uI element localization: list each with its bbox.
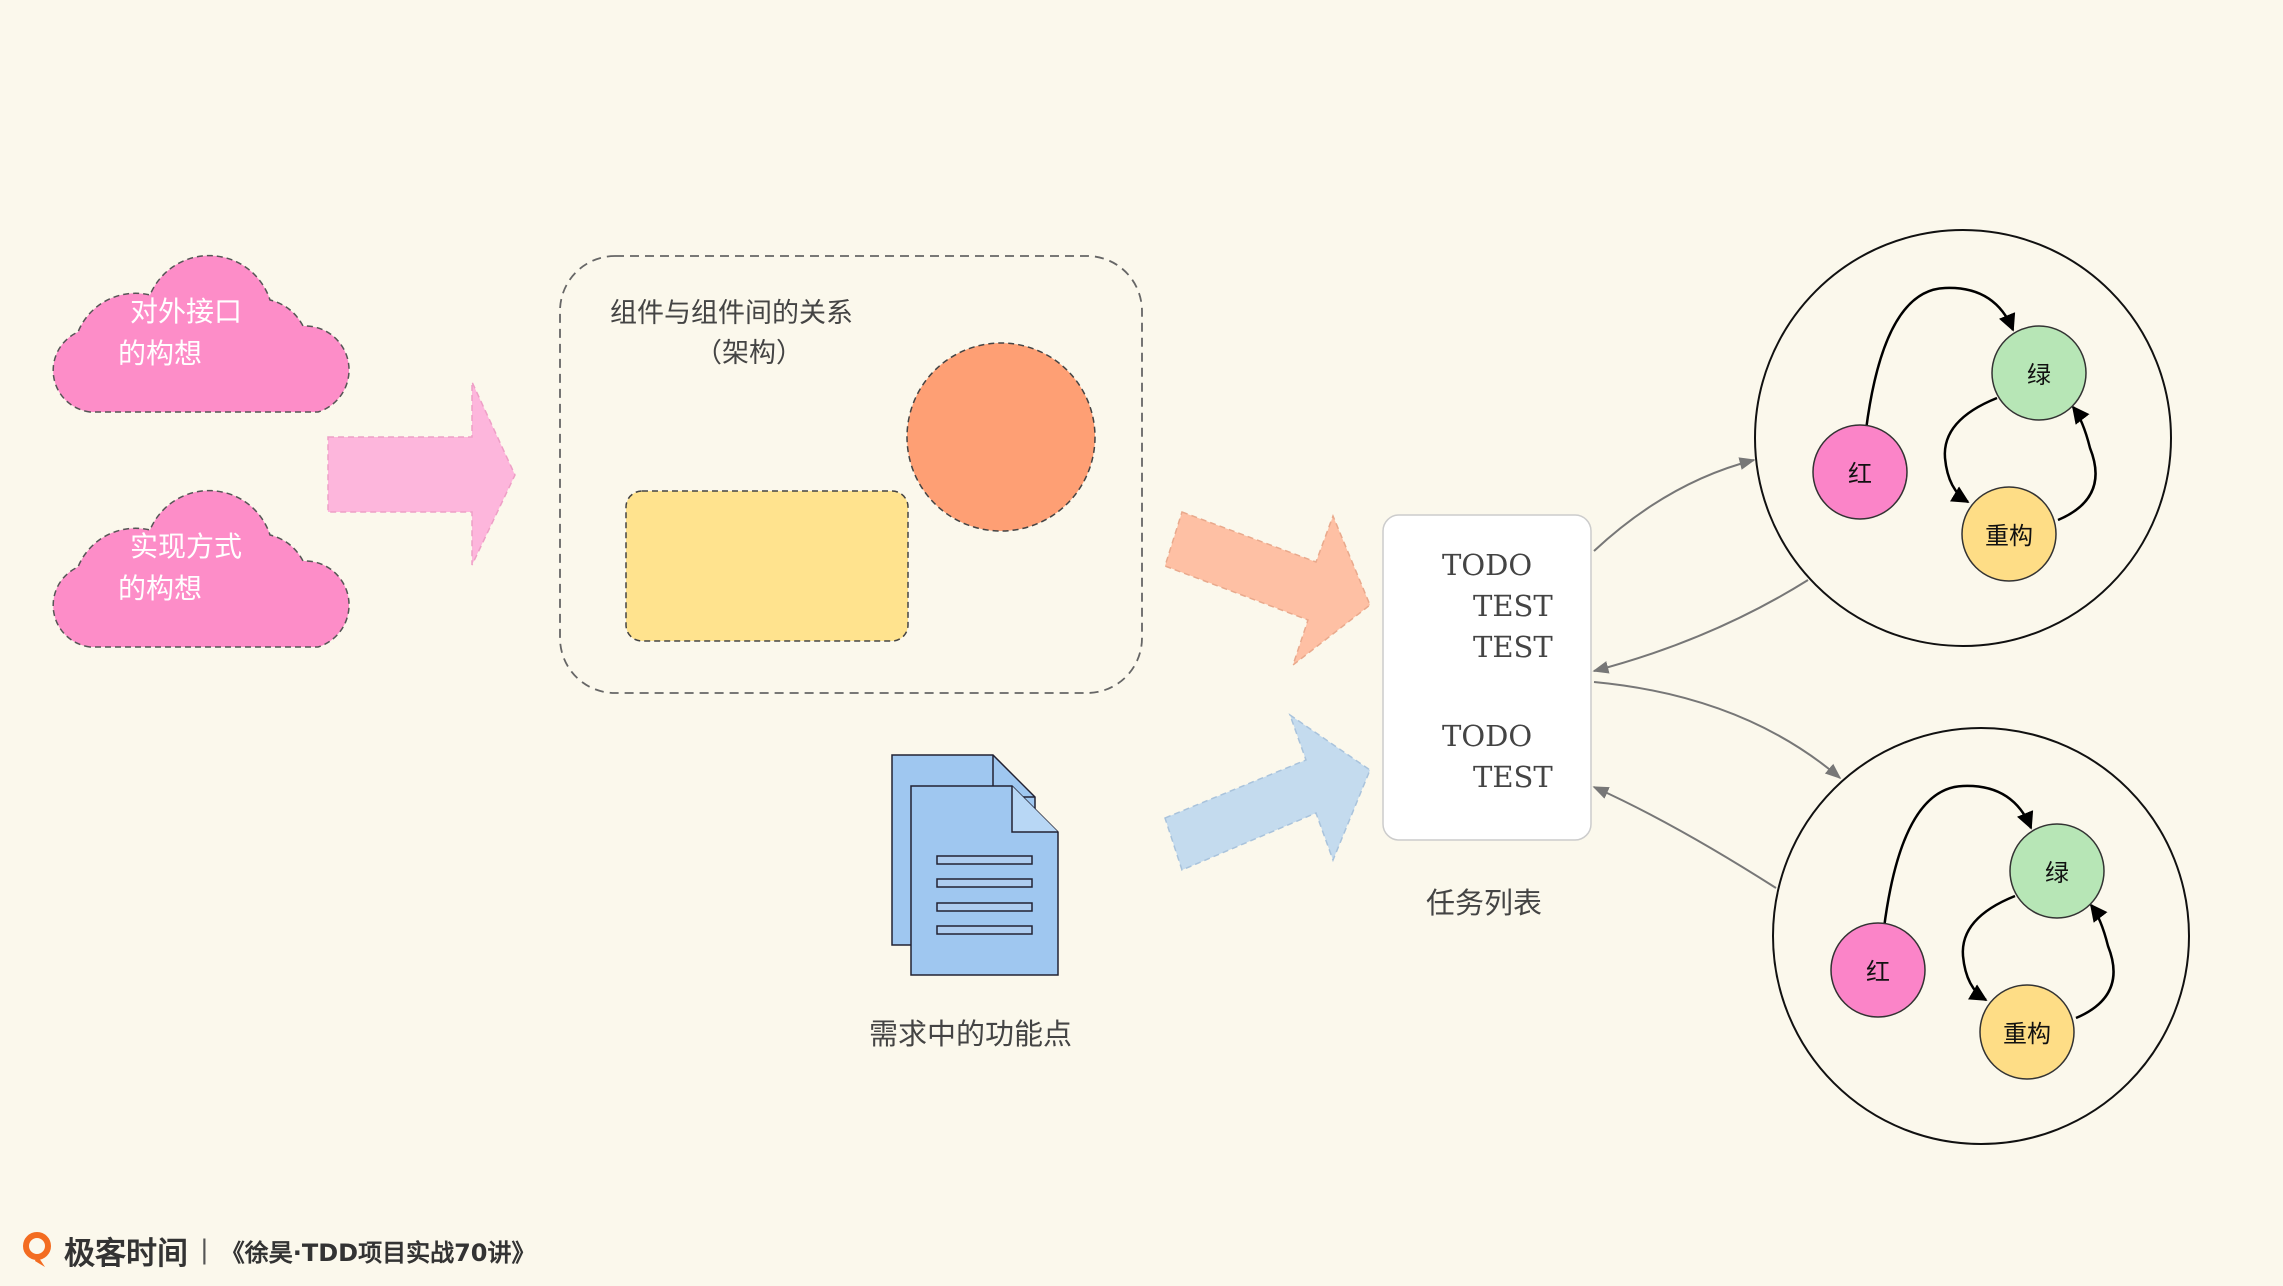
cloud-interface-line2: 的构想: [118, 337, 202, 370]
component-circle: [906, 342, 1096, 532]
cloud-implementation-line1: 实现方式: [130, 530, 242, 563]
cloud-implementation: 实现方式 的构想: [52, 489, 350, 648]
cloud-implementation-line2: 的构想: [118, 572, 202, 605]
pink-arrow: [327, 381, 516, 566]
refactor-label-1: 重构: [1985, 522, 2033, 550]
orange-arrow: [1164, 511, 1371, 668]
component-rect: [625, 490, 909, 642]
tdd-cycle-2: 红 绿 重构: [1772, 727, 2190, 1145]
red-label-2: 红: [1866, 958, 1890, 986]
footer-course: 《徐昊·TDD项目实战70讲》: [220, 1238, 536, 1267]
architecture-box: 组件与组件间的关系 （架构）: [559, 255, 1143, 694]
test-item-1b: TEST: [1473, 630, 1553, 664]
connector-from-cycle-2: [1592, 786, 1777, 889]
green-label-1: 绿: [2027, 361, 2051, 389]
tdd-cycle-1: 红 绿 重构: [1754, 229, 2172, 647]
footer: 极客时间 | 《徐昊·TDD项目实战70讲》: [22, 1226, 536, 1274]
requirements-label: 需求中的功能点: [869, 1017, 1072, 1051]
tdd-diagram: 对外接口 的构想 实现方式 的构想 组件与组件间的关系 （架构） 需求中的功能点…: [52, 229, 2190, 1145]
green-label-2: 绿: [2045, 859, 2069, 887]
connector-to-cycle-2: [1593, 681, 1842, 780]
architecture-title: 组件与组件间的关系: [610, 298, 853, 329]
red-label-1: 红: [1848, 460, 1872, 488]
blue-arrow: [1164, 713, 1371, 872]
cloud-interface-line1: 对外接口: [130, 295, 242, 328]
document-icon: [891, 754, 1059, 976]
task-list-card: TODO TEST TEST TODO TEST: [1382, 514, 1592, 841]
architecture-subtitle: （架构）: [695, 338, 803, 369]
refactor-label-2: 重构: [2003, 1020, 2051, 1048]
footer-separator: |: [200, 1235, 209, 1265]
test-item-2a: TEST: [1473, 760, 1553, 794]
connector-from-cycle-1: [1592, 579, 1809, 674]
todo-item-1: TODO: [1442, 548, 1532, 582]
footer-brand: 极客时间: [64, 1235, 188, 1272]
task-list-label: 任务列表: [1426, 886, 1542, 920]
test-item-1a: TEST: [1473, 589, 1553, 623]
todo-item-2: TODO: [1442, 719, 1532, 753]
geektime-logo-icon: [23, 1232, 51, 1267]
connector-to-cycle-1: [1593, 457, 1756, 552]
cloud-interface: 对外接口 的构想: [52, 254, 350, 413]
